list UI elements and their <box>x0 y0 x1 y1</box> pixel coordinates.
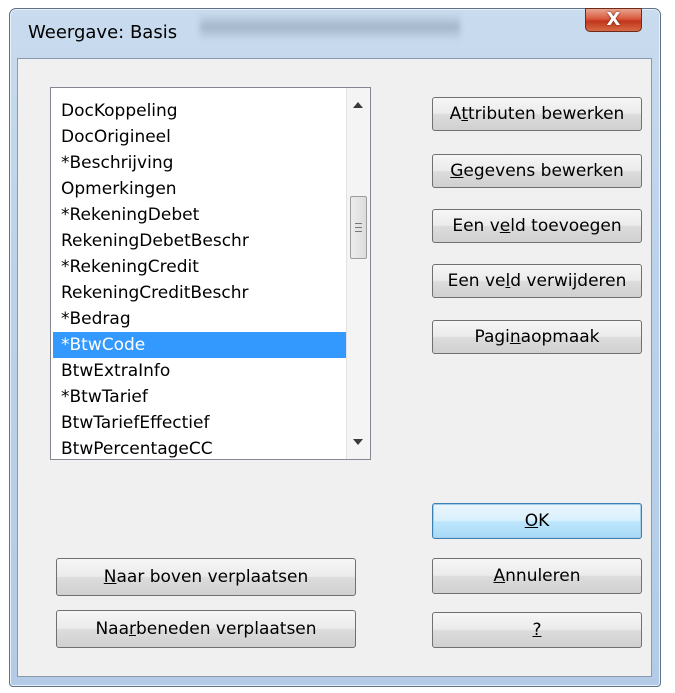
label-part: Pagi <box>474 327 510 347</box>
label-accel: n <box>509 327 521 347</box>
label-accel: O <box>524 511 539 531</box>
label-accel: t <box>461 104 468 124</box>
ok-button[interactable]: OK <box>432 503 642 539</box>
label-part: Een ve <box>447 271 506 291</box>
label-accel: A <box>493 566 506 586</box>
grip-line <box>355 223 362 224</box>
label-part: beneden verplaatsen <box>136 619 317 639</box>
label-part: nnuleren <box>505 566 581 586</box>
list-scrollbar[interactable] <box>346 88 370 459</box>
list-item[interactable]: *Bedrag <box>53 306 348 332</box>
edit-data-button[interactable]: Gegevens bewerken <box>432 154 642 188</box>
label-accel: e <box>499 216 511 236</box>
list-item[interactable]: Opmerkingen <box>53 176 348 202</box>
titlebar-glass <box>200 14 460 40</box>
label-part: d verwijderen <box>510 271 627 291</box>
list-item[interactable]: RekeningCreditBeschr <box>53 280 348 306</box>
scroll-up-icon[interactable] <box>353 102 363 108</box>
label-part: aar boven verplaatsen <box>116 567 309 587</box>
list-item[interactable]: RekeningDebetBeschr <box>53 228 348 254</box>
label-part: egevens bewerken <box>463 161 624 181</box>
list-item[interactable]: *RekeningDebet <box>53 202 348 228</box>
move-up-button[interactable]: Naar boven verplaatsen <box>56 558 356 596</box>
grip-line <box>355 231 362 232</box>
label-accel: r <box>129 619 137 639</box>
close-button[interactable]: X <box>585 8 642 32</box>
list-item[interactable]: *RekeningCredit <box>53 254 348 280</box>
label-part: ld toevoegen <box>510 216 622 236</box>
label-accel: G <box>450 161 464 181</box>
list-item[interactable]: BtwExtraInfo <box>53 358 348 384</box>
move-down-button[interactable]: Naa r beneden verplaatsen <box>56 610 356 648</box>
label-part: A <box>449 104 462 124</box>
scroll-thumb[interactable] <box>350 196 367 259</box>
list-item[interactable]: DocKoppeling <box>53 98 348 124</box>
label-accel: ? <box>532 620 542 640</box>
label-part: tributen bewerken <box>467 104 625 124</box>
grip-line <box>355 227 362 228</box>
page-layout-button[interactable]: Pagi n aopmaak <box>432 320 642 354</box>
help-button[interactable]: ? <box>432 612 642 648</box>
edit-attributes-button[interactable]: At tributen bewerken <box>432 97 642 131</box>
list-item[interactable]: BtwTariefEffectief <box>53 410 348 436</box>
label-part: Een v <box>452 216 500 236</box>
scroll-down-icon[interactable] <box>353 439 363 445</box>
add-field-button[interactable]: Een v e ld toevoegen <box>432 209 642 243</box>
list-item[interactable]: *BtwTarief <box>53 384 348 410</box>
window-title: Weergave: Basis <box>28 22 178 43</box>
label-accel: N <box>103 567 117 587</box>
label-part: aopmaak <box>520 327 600 347</box>
close-icon: X <box>606 9 621 30</box>
list-item[interactable]: *BtwCode <box>53 332 348 358</box>
label-part: Naa <box>95 619 130 639</box>
field-listbox[interactable]: DocKoppeling DocOrigineel *Beschrijving Opm… <box>50 87 371 460</box>
list-item[interactable]: BtwPercentageCC <box>53 436 348 459</box>
cancel-button[interactable]: Annuleren <box>432 558 642 594</box>
remove-field-button[interactable]: Een ve l d verwijderen <box>432 264 642 298</box>
label-part: K <box>538 511 550 531</box>
list-item[interactable]: *Beschrijving <box>53 150 348 176</box>
list-item[interactable]: DocOrigineel <box>53 124 348 150</box>
